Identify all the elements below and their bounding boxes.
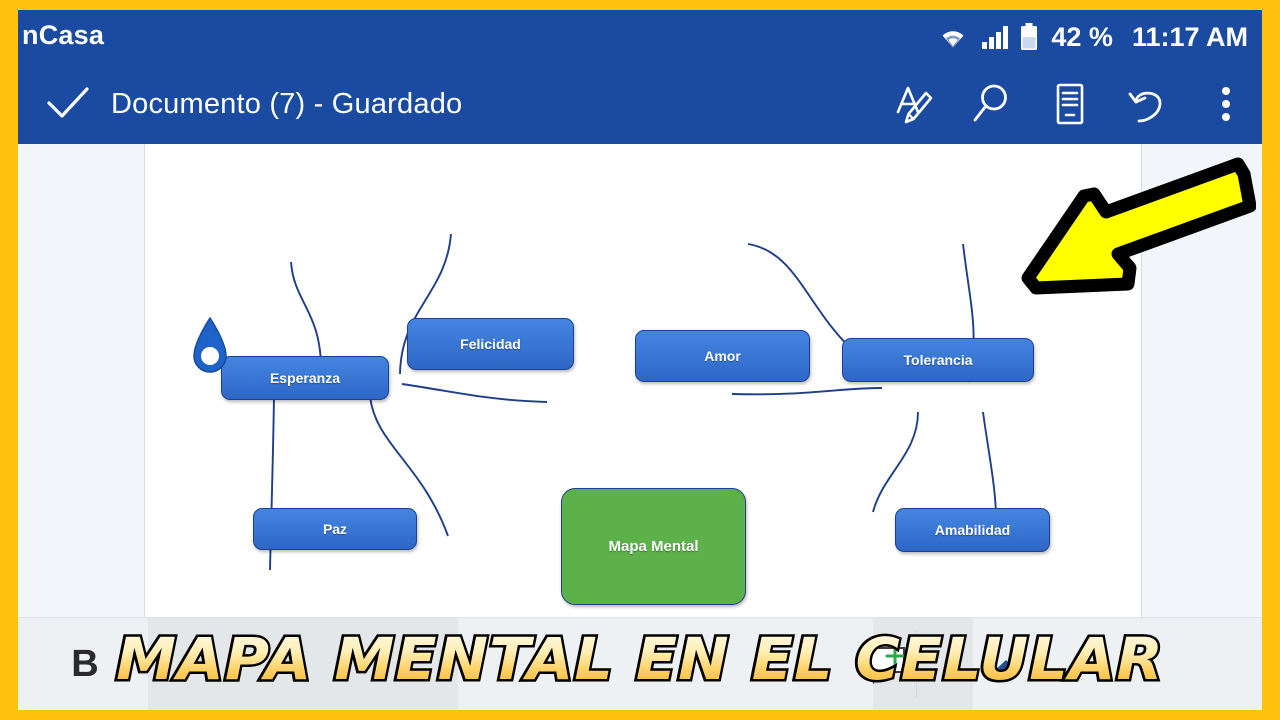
map-node-label: Esperanza <box>269 370 341 386</box>
expand-ribbon-button[interactable] <box>984 652 1028 682</box>
draw-icon <box>896 86 933 124</box>
map-node-label: Amabilidad <box>934 522 1011 538</box>
wifi-icon <box>942 31 964 48</box>
map-node-center-mapa-mental[interactable]: Mapa Mental <box>561 488 746 605</box>
formatting-ribbon: B <box>18 617 1262 710</box>
confirm-check-button[interactable] <box>40 76 96 132</box>
search-button[interactable] <box>966 76 1018 132</box>
reading-view-icon <box>1056 83 1084 125</box>
annotation-arrow-icon <box>1021 157 1256 295</box>
map-node-amor[interactable]: Amor <box>635 330 810 382</box>
add-comment-button[interactable] <box>864 642 910 688</box>
ribbon-tile-highlight <box>148 618 458 710</box>
chevron-up-icon <box>992 660 1020 673</box>
document-title[interactable]: Documento (7) - Guardado <box>111 88 462 121</box>
app-toolbar-actions <box>888 72 1252 136</box>
ribbon-divider <box>916 630 917 698</box>
text-selection-handle-icon[interactable] <box>189 316 231 382</box>
undo-button[interactable] <box>1122 76 1174 132</box>
cellular-signal-icon <box>982 26 1009 49</box>
search-icon <box>973 84 1007 122</box>
check-icon <box>47 87 89 118</box>
draw-button[interactable] <box>888 76 940 132</box>
phone-screen: nCasa 42 % 11:17 AM Documento (7) - Guar… <box>18 10 1262 710</box>
app-toolbar: Documento (7) - Guardado <box>18 64 1262 144</box>
more-options-button[interactable] <box>1200 76 1252 132</box>
map-node-label: Mapa Mental <box>608 538 699 555</box>
map-node-label: Amor <box>704 348 741 364</box>
map-node-label: Paz <box>322 521 348 537</box>
status-bar-app-label: nCasa <box>22 20 105 50</box>
undo-icon <box>1128 91 1162 123</box>
map-node-label: Tolerancia <box>903 352 973 368</box>
battery-icon <box>1021 23 1038 50</box>
map-node-esperanza[interactable]: Esperanza <box>221 356 389 400</box>
status-bar-indicators: 42 % 11:17 AM <box>936 15 1248 59</box>
bold-button[interactable]: B <box>55 636 115 692</box>
video-frame-border: nCasa 42 % 11:17 AM Documento (7) - Guar… <box>0 0 1280 720</box>
reading-view-button[interactable] <box>1044 76 1096 132</box>
map-node-paz[interactable]: Paz <box>253 508 417 550</box>
battery-percent: 42 % <box>1051 21 1113 52</box>
status-bar: nCasa 42 % 11:17 AM <box>18 10 1262 64</box>
status-bar-clock: 11:17 AM <box>1131 21 1248 52</box>
map-node-label: Felicidad <box>460 336 521 352</box>
more-options-icon <box>1222 87 1230 121</box>
map-node-tolerancia[interactable]: Tolerancia <box>842 338 1034 382</box>
map-node-felicidad[interactable]: Felicidad <box>407 318 574 370</box>
map-node-amabilidad[interactable]: Amabilidad <box>895 508 1050 552</box>
